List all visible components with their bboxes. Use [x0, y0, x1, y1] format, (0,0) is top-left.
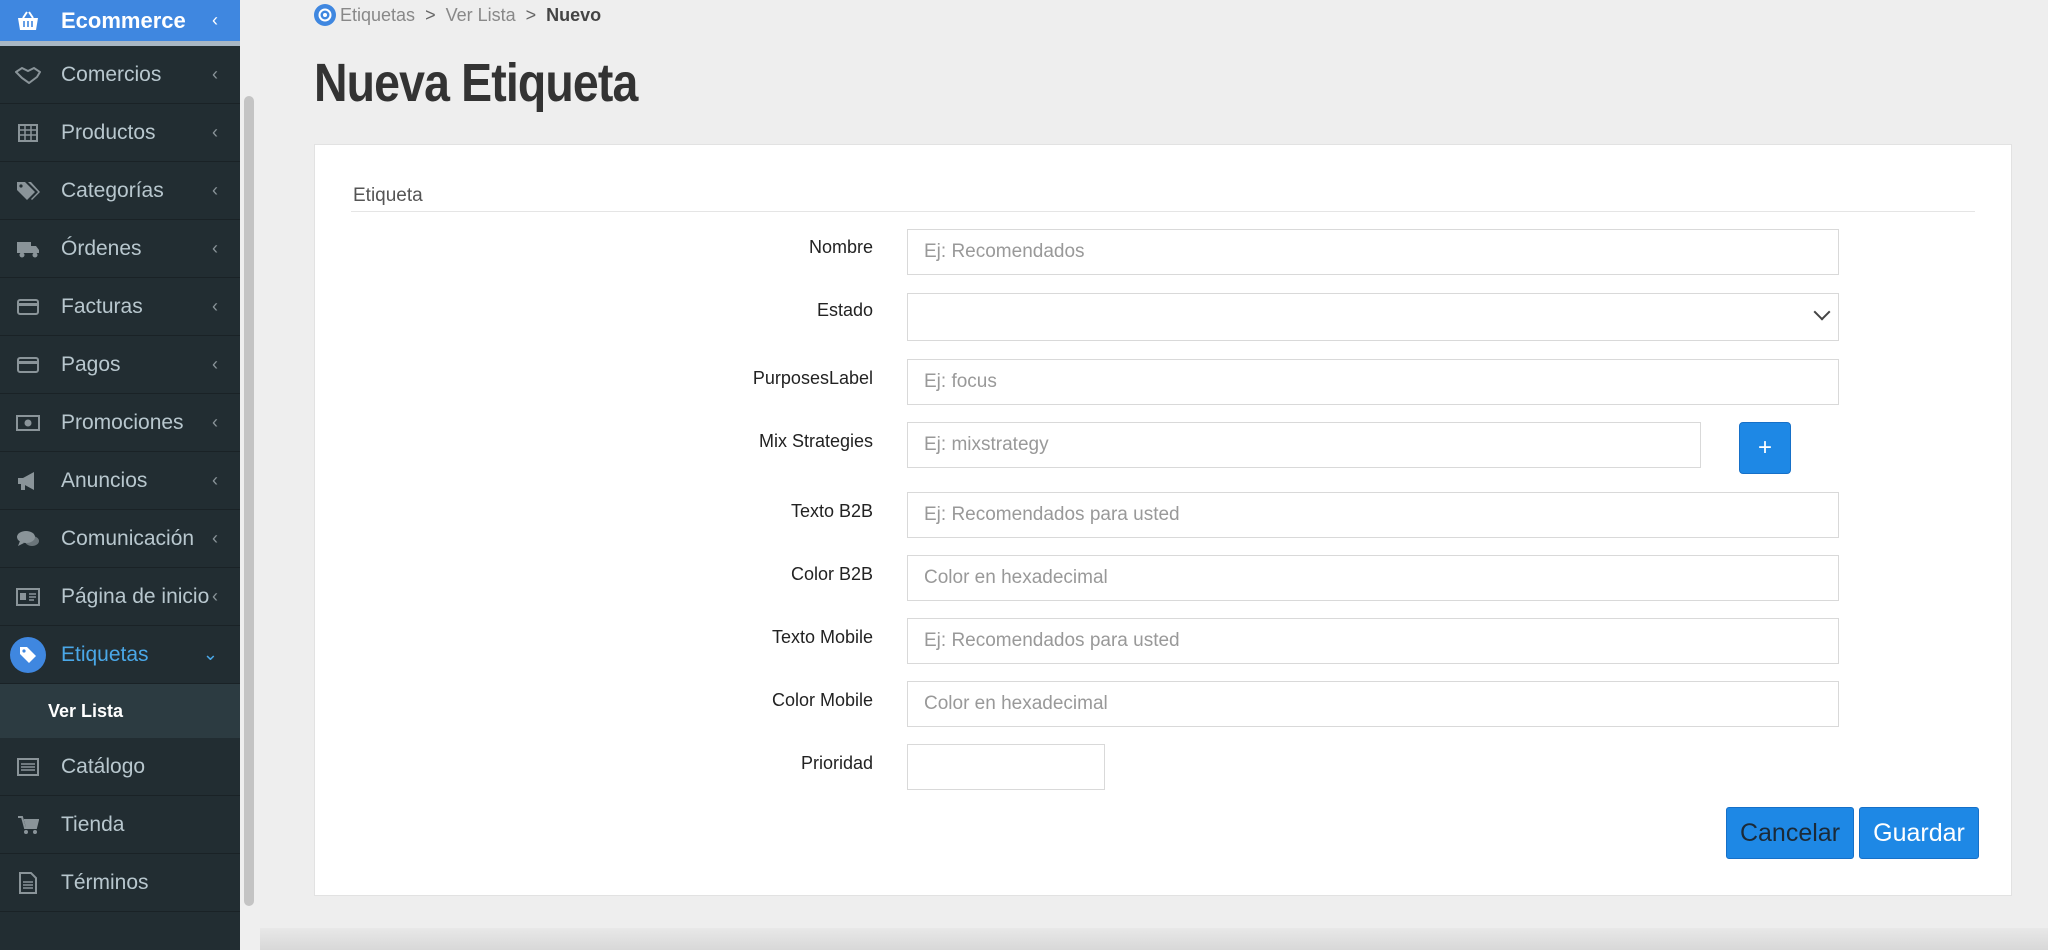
- chevron-left-icon: ‹: [212, 238, 218, 258]
- sidebar-item-tienda[interactable]: Tienda: [0, 796, 240, 854]
- chevron-left-icon: ‹: [212, 470, 218, 490]
- section-divider: [351, 211, 1975, 212]
- tags-icon: [14, 177, 42, 205]
- page-title: Nueva Etiqueta: [314, 53, 638, 113]
- purposeslabel-placeholder: Ej: focus: [924, 371, 997, 392]
- save-button[interactable]: Guardar: [1859, 807, 1979, 859]
- credit-card-icon: [14, 293, 42, 321]
- texto-b2b-label: Texto B2B: [790, 501, 873, 521]
- sidebar-item-label: Catálogo: [61, 754, 146, 778]
- texto-mobile-placeholder: Ej: Recomendados para usted: [924, 630, 1180, 651]
- chevron-down-icon: ⌄: [202, 644, 218, 664]
- texto-b2b-input[interactable]: Ej: Recomendados para usted: [907, 492, 1839, 538]
- breadcrumb-etiquetas[interactable]: Etiquetas: [340, 5, 415, 26]
- chevron-left-icon: ‹: [212, 296, 218, 316]
- prioridad-label: Prioridad: [800, 753, 873, 773]
- section-title: Etiqueta: [353, 185, 423, 206]
- megaphone-icon: [14, 467, 42, 495]
- chevron-left-icon: ‹: [212, 180, 218, 200]
- chevron-left-icon: ‹: [212, 354, 218, 374]
- id-card-icon: [14, 583, 42, 611]
- chevron-left-icon: ‹: [212, 10, 218, 30]
- purposeslabel-label: PurposesLabel: [752, 368, 873, 388]
- sidebar-item-pagos[interactable]: Pagos ‹: [0, 336, 240, 394]
- breadcrumb-current: Nuevo: [546, 4, 602, 25]
- sidebar-item-categorias[interactable]: Categorías ‹: [0, 162, 240, 220]
- mix-strategies-placeholder: Ej: mixstrategy: [924, 434, 1049, 455]
- form-card: Etiqueta Nombre Ej: Recomendados Estado …: [314, 144, 2012, 896]
- sidebar-item-pagina-de-inicio[interactable]: Página de inicio ‹: [0, 568, 240, 626]
- sidebar-item-facturas[interactable]: Facturas ‹: [0, 278, 240, 336]
- sidebar-item-catalogo[interactable]: Catálogo: [0, 738, 240, 796]
- cart-icon: [14, 811, 42, 839]
- color-mobile-label: Color Mobile: [771, 690, 873, 710]
- file-icon: [14, 869, 42, 897]
- comments-icon: [14, 525, 42, 553]
- breadcrumb-ver-lista[interactable]: Ver Lista: [446, 5, 516, 26]
- chevron-left-icon: ‹: [212, 586, 218, 606]
- chevron-down-icon: [1813, 303, 1831, 321]
- credit-card-icon: [14, 351, 42, 379]
- sidebar-item-promociones[interactable]: Promociones ‹: [0, 394, 240, 452]
- table-icon: [14, 119, 42, 147]
- sidebar-subitem-ver-lista[interactable]: Ver Lista: [0, 684, 240, 738]
- estado-label: Estado: [816, 300, 873, 320]
- color-mobile-placeholder: Color en hexadecimal: [924, 693, 1108, 714]
- sidebar-item-terminos[interactable]: Términos: [0, 854, 240, 912]
- footer-shade: [260, 928, 2048, 950]
- sidebar-scrollbar[interactable]: [240, 0, 260, 950]
- color-mobile-input[interactable]: Color en hexadecimal: [907, 681, 1839, 727]
- color-b2b-input[interactable]: Color en hexadecimal: [907, 555, 1839, 601]
- texto-mobile-input[interactable]: Ej: Recomendados para usted: [907, 618, 1839, 664]
- breadcrumb-separator: >: [425, 4, 436, 25]
- sidebar-item-ordenes[interactable]: Órdenes ‹: [0, 220, 240, 278]
- cancel-button[interactable]: Cancelar: [1726, 807, 1854, 859]
- texto-mobile-label: Texto Mobile: [771, 627, 873, 647]
- chevron-left-icon: ‹: [212, 528, 218, 548]
- sidebar-item-anuncios[interactable]: Anuncios ‹: [0, 452, 240, 510]
- color-b2b-placeholder: Color en hexadecimal: [924, 567, 1108, 588]
- truck-icon: [14, 235, 42, 263]
- nombre-placeholder: Ej: Recomendados: [924, 241, 1085, 262]
- chevron-left-icon: ‹: [212, 64, 218, 84]
- basket-icon: [14, 7, 42, 35]
- nombre-input[interactable]: Ej: Recomendados: [907, 229, 1839, 275]
- sidebar-item-comercios[interactable]: Comercios ‹: [0, 46, 240, 104]
- tag-icon: [10, 636, 46, 673]
- sidebar-item-label: Términos: [61, 870, 149, 894]
- texto-b2b-placeholder: Ej: Recomendados para usted: [924, 504, 1180, 525]
- purposeslabel-input[interactable]: Ej: focus: [907, 359, 1839, 405]
- sidebar-item-ecommerce[interactable]: Ecommerce ‹: [0, 0, 240, 46]
- sidebar-item-comunicacion[interactable]: Comunicación ‹: [0, 510, 240, 568]
- sidebar-item-etiquetas[interactable]: Etiquetas ⌄: [0, 626, 240, 684]
- mix-strategies-label: Mix Strategies: [758, 431, 873, 451]
- sidebar-item-productos[interactable]: Productos ‹: [0, 104, 240, 162]
- color-b2b-label: Color B2B: [790, 564, 873, 584]
- nombre-label: Nombre: [808, 237, 873, 257]
- prioridad-input[interactable]: [907, 744, 1105, 790]
- handshake-icon: [14, 61, 42, 89]
- money-icon: [14, 409, 42, 437]
- sidebar-scrollbar-thumb[interactable]: [244, 96, 254, 906]
- target-icon: [314, 4, 336, 26]
- sidebar: Ecommerce ‹ Comercios ‹ Productos ‹ Cate…: [0, 0, 240, 950]
- add-mix-strategy-button[interactable]: +: [1739, 422, 1791, 474]
- estado-select[interactable]: [907, 293, 1839, 341]
- chevron-left-icon: ‹: [212, 122, 218, 142]
- sidebar-item-label: Tienda: [61, 812, 125, 836]
- sidebar-subitem-label: Ver Lista: [48, 700, 124, 721]
- list-icon: [14, 753, 42, 781]
- chevron-left-icon: ‹: [212, 412, 218, 432]
- breadcrumb: Etiquetas > Ver Lista > Nuevo: [314, 4, 601, 26]
- mix-strategies-input[interactable]: Ej: mixstrategy: [907, 422, 1701, 468]
- breadcrumb-separator: >: [525, 4, 537, 25]
